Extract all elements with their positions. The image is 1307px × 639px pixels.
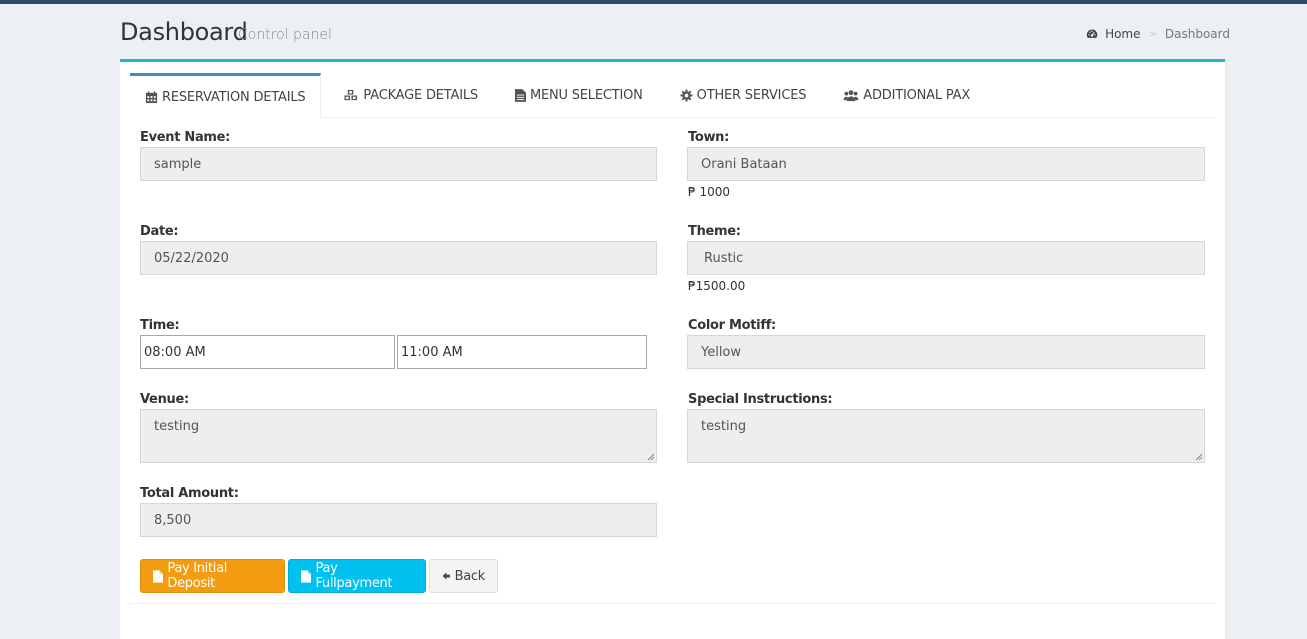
file-text-icon [514, 88, 526, 102]
dashboard-icon [1086, 29, 1098, 38]
content-header: Dashboard Control panel Home > Dashboard [120, 16, 1230, 52]
breadcrumb: Home > Dashboard [1086, 27, 1230, 41]
theme-field[interactable]: Rustic [687, 241, 1205, 275]
tab-label: PACKAGE DETAILS [363, 87, 478, 103]
button-label: Pay Fullpayment [315, 561, 393, 591]
footer-divider [130, 603, 1215, 604]
theme-price: ₱1500.00 [688, 279, 746, 293]
resize-grip-icon[interactable] [647, 453, 655, 461]
event-name-field[interactable]: sample [140, 147, 657, 181]
button-label: Pay Initial Deposit [167, 561, 228, 591]
file-icon [153, 569, 164, 583]
calendar-icon [145, 90, 158, 103]
resize-grip-icon[interactable] [1195, 453, 1203, 461]
tab-package-details[interactable]: PACKAGE DETAILS [321, 73, 493, 117]
tab-bar: RESERVATION DETAILS PACKAGE DETAILS MENU… [130, 73, 1215, 118]
time-label: Time: [140, 318, 180, 333]
color-motif-field[interactable]: Yellow [687, 335, 1205, 369]
special-instructions-textarea[interactable]: testing [687, 409, 1205, 463]
town-price: ₱ 1000 [688, 185, 730, 199]
page-subtitle: Control panel [238, 27, 332, 43]
tab-label: OTHER SERVICES [696, 87, 807, 103]
town-label: Town: [688, 130, 730, 145]
venue-label: Venue: [140, 392, 189, 407]
venue-value: testing [154, 419, 200, 434]
special-instructions-label: Special Instructions: [688, 392, 833, 407]
breadcrumb-home[interactable]: Home [1086, 27, 1141, 41]
tab-label: RESERVATION DETAILS [162, 89, 306, 105]
reservation-box: RESERVATION DETAILS PACKAGE DETAILS MENU… [120, 59, 1225, 639]
special-instructions-value: testing [701, 419, 747, 434]
tab-label: ADDITIONAL PAX [863, 87, 971, 103]
town-field[interactable]: Orani Bataan [687, 147, 1205, 181]
time-start-field[interactable]: 08:00 AM [140, 335, 395, 369]
tab-other-services[interactable]: OTHER SERVICES [658, 73, 822, 117]
arrow-left-icon [442, 572, 450, 580]
total-amount-label: Total Amount: [140, 486, 239, 501]
tab-menu-selection[interactable]: MENU SELECTION [493, 73, 658, 117]
color-motif-label: Color Motiff: [688, 318, 776, 333]
tab-label: MENU SELECTION [529, 87, 643, 103]
button-label: Back [454, 568, 486, 584]
tab-reservation-details[interactable]: RESERVATION DETAILS [130, 73, 322, 118]
time-end-field[interactable]: 11:00 AM [397, 335, 647, 369]
cubes-icon [344, 89, 358, 100]
theme-label: Theme: [688, 224, 741, 239]
top-navbar [0, 0, 1307, 4]
back-button[interactable]: Back [429, 559, 498, 593]
tab-additional-pax[interactable]: ADDITIONAL PAX [821, 73, 985, 117]
breadcrumb-home-label[interactable]: Home [1105, 27, 1140, 41]
file-icon [301, 569, 312, 583]
pay-fullpayment-button[interactable]: Pay Fullpayment [288, 559, 426, 593]
pay-initial-deposit-button[interactable]: Pay Initial Deposit [140, 559, 285, 593]
users-icon [843, 89, 859, 101]
date-field[interactable]: 05/22/2020 [140, 241, 657, 275]
event-name-label: Event Name: [140, 130, 231, 145]
total-amount-field[interactable]: 8,500 [140, 503, 657, 537]
breadcrumb-current: Dashboard [1164, 27, 1230, 41]
breadcrumb-separator: > [1148, 28, 1157, 40]
page-title: Dashboard [120, 18, 248, 46]
gear-icon [680, 88, 693, 102]
date-label: Date: [140, 224, 179, 239]
venue-textarea[interactable]: testing [140, 409, 657, 463]
